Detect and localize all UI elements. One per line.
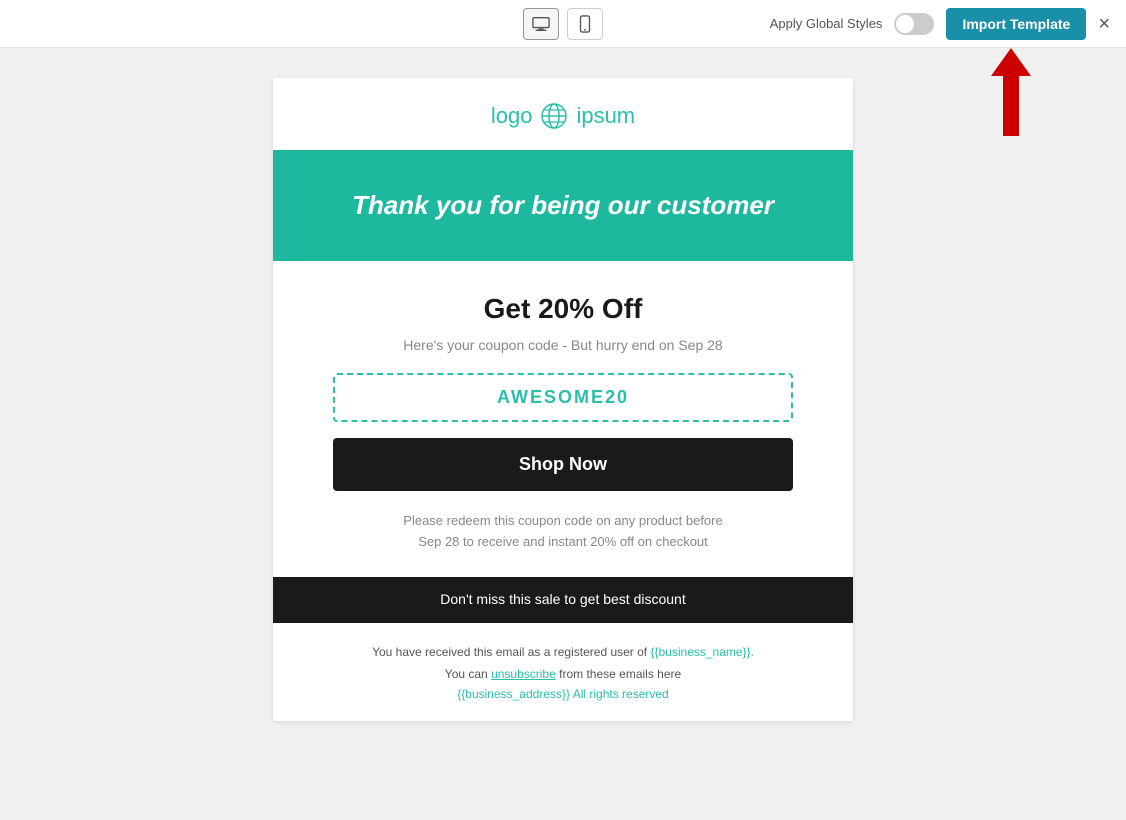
footer-registered-prefix: You have received this email as a regist… (372, 645, 647, 659)
arrow-body (1003, 76, 1019, 136)
logo-after-text: ipsum (576, 103, 635, 129)
mobile-view-button[interactable] (567, 8, 603, 40)
hero-title: Thank you for being our customer (303, 190, 823, 221)
offer-title: Get 20% Off (333, 293, 793, 325)
footer-unsubscribe-suffix: from these emails here (559, 667, 681, 681)
main-content: logo ipsum Thank you for being our custo… (0, 48, 1126, 772)
arrow-indicator (991, 48, 1031, 136)
apply-global-label: Apply Global Styles (770, 16, 883, 31)
footer-address: {{business_address}} All rights reserved (313, 687, 813, 701)
footer-banner-text: Don't miss this sale to get best discoun… (440, 591, 685, 607)
redeem-text-line2: Sep 28 to receive and instant 20% off on… (418, 534, 708, 549)
redeem-text-line1: Please redeem this coupon code on any pr… (403, 513, 722, 528)
arrow-head (991, 48, 1031, 76)
footer-rights-text: All rights reserved (573, 687, 669, 701)
logo-globe-icon (540, 102, 568, 130)
top-bar: Apply Global Styles Import Template × (0, 0, 1126, 48)
close-button[interactable]: × (1098, 14, 1110, 34)
global-styles-toggle[interactable] (894, 13, 934, 35)
footer-section: You have received this email as a regist… (273, 623, 853, 721)
top-bar-right: Apply Global Styles Import Template × (770, 8, 1110, 40)
footer-unsubscribe-line: You can unsubscribe from these emails he… (313, 667, 813, 681)
footer-registered-text: You have received this email as a regist… (313, 643, 813, 661)
footer-business-name: {{business_name}}. (650, 645, 753, 659)
shop-now-button[interactable]: Shop Now (333, 438, 793, 491)
coupon-code: AWESOME20 (497, 387, 629, 407)
footer-unsubscribe-prefix: You can (445, 667, 488, 681)
logo-section: logo ipsum (273, 78, 853, 150)
import-template-button[interactable]: Import Template (946, 8, 1086, 40)
email-template: logo ipsum Thank you for being our custo… (273, 78, 853, 721)
coupon-box: AWESOME20 (333, 373, 793, 422)
logo: logo ipsum (491, 102, 635, 130)
logo-before-text: logo (491, 103, 533, 129)
device-switcher (523, 8, 603, 40)
desktop-view-button[interactable] (523, 8, 559, 40)
hero-banner: Thank you for being our customer (273, 150, 853, 261)
offer-subtitle: Here's your coupon code - But hurry end … (333, 337, 793, 353)
footer-address-placeholder: {{business_address}} (457, 687, 570, 701)
unsubscribe-link[interactable]: unsubscribe (491, 667, 556, 681)
offer-section: Get 20% Off Here's your coupon code - Bu… (273, 261, 853, 577)
redeem-text: Please redeem this coupon code on any pr… (333, 511, 793, 553)
footer-banner: Don't miss this sale to get best discoun… (273, 577, 853, 623)
